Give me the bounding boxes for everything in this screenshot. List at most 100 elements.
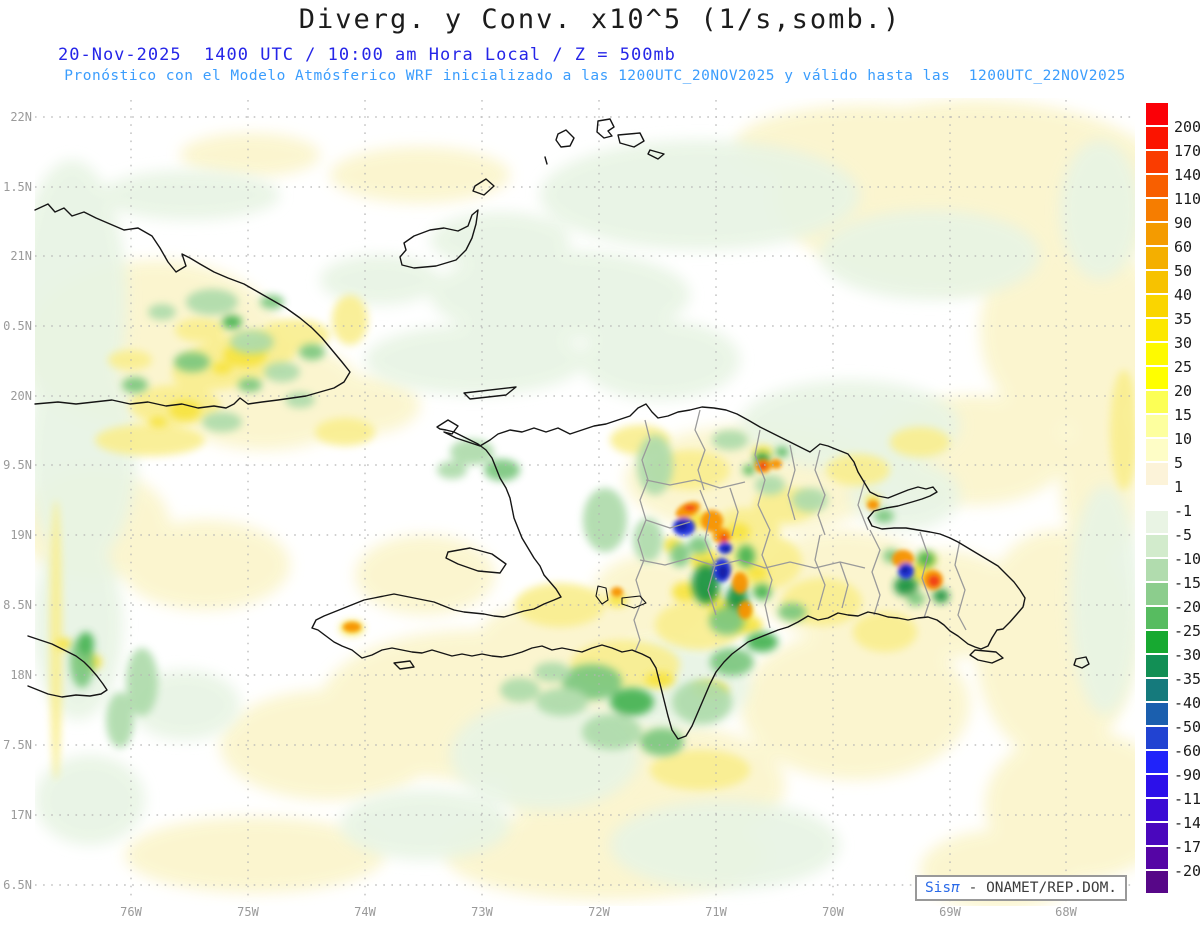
colorbar-segment	[1146, 151, 1168, 173]
colorbar-tick-label: 140	[1174, 166, 1200, 184]
colorbar-tick-label: 15	[1174, 406, 1193, 424]
sispi-brand: Sis	[924, 880, 952, 896]
lon-tick-label: 69W	[939, 905, 961, 919]
colorbar-segment	[1146, 367, 1168, 389]
lon-tick-label: 73W	[471, 905, 493, 919]
colorbar-tick-label: -50	[1174, 718, 1200, 736]
colorbar-segment	[1146, 871, 1168, 893]
colorbar-segment	[1146, 103, 1168, 125]
colorbar-segment	[1146, 319, 1168, 341]
attribution-box: Sis π - ONAMET/REP.DOM.	[915, 875, 1127, 901]
colorbar-tick-label: -90	[1174, 766, 1200, 784]
lat-tick-label: 7.5N	[3, 738, 32, 752]
lon-tick-label: 75W	[237, 905, 259, 919]
colorbar-tick-label: 170	[1174, 142, 1200, 160]
colorbar-segment	[1146, 535, 1168, 557]
colorbar-segment	[1146, 823, 1168, 845]
model-init-line: Pronóstico con el Modelo Atmósferico WRF…	[64, 68, 1126, 84]
colorbar-tick-label: 40	[1174, 286, 1193, 304]
lat-tick-label: 8.5N	[3, 598, 32, 612]
colorbar-segment	[1146, 679, 1168, 701]
lon-tick-label: 74W	[354, 905, 376, 919]
colorbar-segment	[1146, 199, 1168, 221]
lat-tick-label: 0.5N	[3, 319, 32, 333]
colorbar-tick-label: -10	[1174, 550, 1200, 568]
colorbar-tick-label: -20	[1174, 598, 1200, 616]
colorbar-segment	[1146, 343, 1168, 365]
colorbar-segment	[1146, 175, 1168, 197]
colorbar-segment	[1146, 559, 1168, 581]
colorbar-tick-label: 90	[1174, 214, 1193, 232]
colorbar-tick-label: -200	[1174, 862, 1200, 880]
colorbar-segment	[1146, 415, 1168, 437]
colorbar-tick-label: -140	[1174, 814, 1200, 832]
onamet-label: - ONAMET/REP.DOM.	[959, 880, 1118, 896]
colorbar-segment	[1146, 271, 1168, 293]
weather-map-page: Diverg. y Conv. x10^5 (1/s,somb.) 20-Nov…	[0, 0, 1200, 927]
colorbar-tick-label: 60	[1174, 238, 1193, 256]
lon-tick-label: 71W	[705, 905, 727, 919]
colorbar-segment	[1146, 511, 1168, 533]
colorbar-tick-label: -15	[1174, 574, 1200, 592]
colorbar-segment	[1146, 583, 1168, 605]
colorbar-tick-label: -30	[1174, 646, 1200, 664]
lat-tick-label: 6.5N	[3, 878, 32, 892]
north-caicos-island	[596, 118, 615, 139]
colorbar-segment	[1146, 487, 1168, 509]
colorbar-tick-label: -25	[1174, 622, 1200, 640]
lat-tick-label: 9.5N	[3, 458, 32, 472]
lon-tick-label: 72W	[588, 905, 610, 919]
colorbar-tick-label: 35	[1174, 310, 1193, 328]
forecast-map	[27, 100, 1135, 906]
colorbar-tick-label: 200	[1174, 118, 1200, 136]
colorbar-labels: 200 170 140 110 90 60 50 40 35 30 25 20 15 10 5 1 -1 -5 -1…	[1174, 103, 1200, 895]
colorbar-tick-label: 5	[1174, 454, 1184, 472]
colorbar-tick-label: 50	[1174, 262, 1193, 280]
colorbar-tick-label: -110	[1174, 790, 1200, 808]
colorbar-tick-label: -40	[1174, 694, 1200, 712]
colorbar-segment	[1146, 631, 1168, 653]
colorbar-segment	[1146, 847, 1168, 869]
colorbar-segment	[1146, 391, 1168, 413]
caicos-islet	[544, 156, 548, 165]
pi-symbol: π	[951, 880, 960, 896]
colorbar-segment	[1146, 775, 1168, 797]
lon-tick-label: 68W	[1055, 905, 1077, 919]
lat-tick-label: 18N	[10, 668, 32, 682]
lon-tick-label: 70W	[822, 905, 844, 919]
colorbar-tick-label: 10	[1174, 430, 1193, 448]
lat-tick-label: 17N	[10, 808, 32, 822]
colorbar-tick-label: 110	[1174, 190, 1200, 208]
lon-tick-label: 76W	[120, 905, 142, 919]
lat-tick-label: 22N	[10, 110, 32, 124]
colorbar-segment	[1146, 607, 1168, 629]
lat-tick-label: 1.5N	[3, 180, 32, 194]
colorbar-tick-label: 30	[1174, 334, 1193, 352]
contour-fill-field	[35, 100, 1135, 906]
colorbar-tick-label: -35	[1174, 670, 1200, 688]
colorbar-tick-label: -1	[1174, 502, 1193, 520]
map-title: Diverg. y Conv. x10^5 (1/s,somb.)	[298, 4, 902, 35]
colorbar	[1146, 103, 1168, 895]
colorbar-tick-label: 25	[1174, 358, 1193, 376]
colorbar-segment	[1146, 463, 1168, 485]
colorbar-segment	[1146, 727, 1168, 749]
colorbar-tick-label: 1	[1174, 478, 1184, 496]
colorbar-segment	[1146, 799, 1168, 821]
caicos-islands	[555, 129, 575, 148]
colorbar-segment	[1146, 751, 1168, 773]
colorbar-tick-label: 20	[1174, 382, 1193, 400]
lat-tick-label: 19N	[10, 528, 32, 542]
colorbar-segment	[1146, 439, 1168, 461]
colorbar-segment	[1146, 127, 1168, 149]
colorbar-tick-label: -5	[1174, 526, 1193, 544]
lat-tick-label: 21N	[10, 249, 32, 263]
colorbar-segment	[1146, 247, 1168, 269]
colorbar-segment	[1146, 223, 1168, 245]
colorbar-segment	[1146, 703, 1168, 725]
colorbar-tick-label: -60	[1174, 742, 1200, 760]
colorbar-tick-label: -170	[1174, 838, 1200, 856]
valid-datetime-line: 20-Nov-2025 1400 UTC / 10:00 am Hora Loc…	[58, 45, 676, 65]
colorbar-segment	[1146, 655, 1168, 677]
lat-tick-label: 20N	[10, 389, 32, 403]
